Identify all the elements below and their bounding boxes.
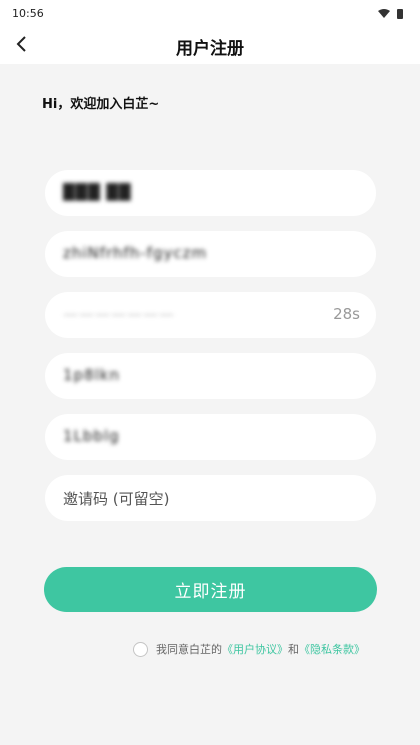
confirm-password-value: 1Lbblg xyxy=(63,427,120,445)
agree-radio[interactable] xyxy=(133,641,148,657)
email-field[interactable]: zhiNfrhfh-fgyczm xyxy=(45,231,376,277)
confirm-password-field[interactable]: 1Lbblg xyxy=(45,414,376,460)
password-value: 1p8lkn xyxy=(63,366,120,384)
status-time: 10:56 xyxy=(12,7,44,20)
status-bar: 10:56 xyxy=(0,0,420,28)
resend-countdown: 28s xyxy=(333,305,360,323)
agreement-row: 我同意白芷的 《用户协议》 和 《隐私条款》 xyxy=(133,640,365,658)
password-field[interactable]: 1p8lkn xyxy=(45,353,376,399)
username-field[interactable]: ███ ██ xyxy=(45,170,376,216)
app-bar: 用户注册 xyxy=(0,28,420,64)
page-title: 用户注册 xyxy=(176,39,244,59)
verification-code-field[interactable]: ——————— 28s xyxy=(45,292,376,338)
invite-code-placeholder: 邀请码 (可留空) xyxy=(63,490,170,508)
greeting-text: Hi，欢迎加入白芷~ xyxy=(42,97,160,112)
agreement-prefix: 我同意白芷的 xyxy=(156,643,222,656)
wifi-icon xyxy=(378,9,390,18)
register-button[interactable]: 立即注册 xyxy=(44,567,377,612)
verification-code-value: ——————— xyxy=(63,305,175,323)
invite-code-field[interactable]: 邀请码 (可留空) xyxy=(45,475,376,521)
status-icons xyxy=(376,8,406,20)
email-value: zhiNfrhfh-fgyczm xyxy=(63,244,208,262)
user-agreement-link[interactable]: 《用户协议》 xyxy=(222,641,288,657)
privacy-terms-link[interactable]: 《隐私条款》 xyxy=(299,641,365,657)
username-value: ███ ██ xyxy=(63,183,132,201)
agreement-and: 和 xyxy=(288,643,299,656)
battery-icon xyxy=(397,9,403,19)
